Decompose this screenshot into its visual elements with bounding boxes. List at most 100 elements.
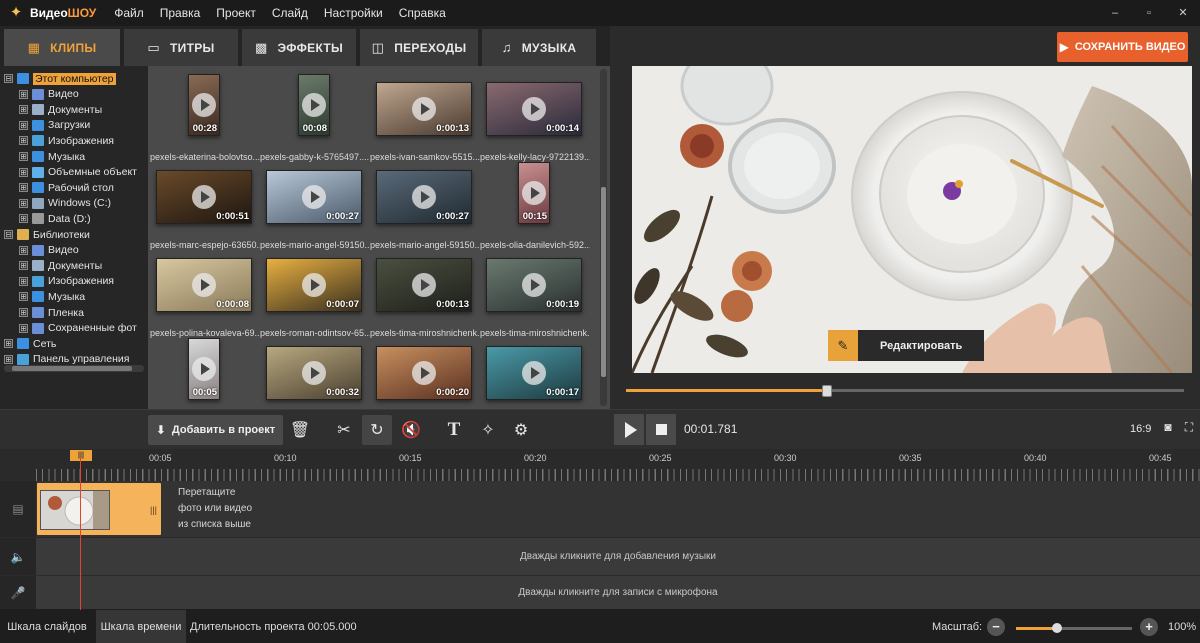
expand-icon[interactable]: ⊞ <box>19 323 28 333</box>
maximize-icon[interactable]: ▫ <box>1132 0 1166 26</box>
music-track[interactable]: 🔈 Дважды кликните для добавления музыки <box>0 537 1200 575</box>
clip-resize-grip[interactable]: ||| <box>150 505 157 515</box>
timeline-ruler[interactable]: 00:05 00:10 00:15 00:20 00:25 00:30 00:35 00:40… <box>0 449 1200 481</box>
seek-handle[interactable] <box>821 385 832 397</box>
tab-clips[interactable]: ▦ КЛИПЫ <box>4 29 120 66</box>
clip-thumbnail[interactable]: 0:00:13 <box>376 82 472 136</box>
edit-button[interactable]: ✎ Редактировать <box>828 330 984 361</box>
expand-icon[interactable]: ⊞ <box>19 152 28 161</box>
stop-button[interactable] <box>646 414 676 445</box>
clip-thumbnail[interactable]: 00:15 <box>518 162 550 224</box>
tree-item[interactable]: ⊞ Рабочий стол <box>19 180 114 195</box>
expand-icon[interactable]: ⊞ <box>19 308 28 317</box>
play-icon[interactable] <box>522 273 546 297</box>
seek-bar[interactable] <box>626 389 1184 392</box>
close-icon[interactable]: ✕ <box>1166 0 1200 26</box>
tab-effects[interactable]: ▩ ЭФФЕКТЫ <box>242 29 356 66</box>
collapse-icon[interactable]: ⊟ <box>4 74 13 83</box>
play-icon[interactable] <box>192 273 216 297</box>
tree-item[interactable]: ⊞ Документы <box>19 102 102 117</box>
expand-icon[interactable]: ⊞ <box>19 214 28 224</box>
video-track[interactable]: ▤ ||| Перетащите фото или видео из списк… <box>0 481 1200 537</box>
expand-icon[interactable]: ⊞ <box>19 120 28 130</box>
play-icon[interactable] <box>522 361 546 385</box>
tree-item[interactable]: ⊞ Музыка <box>19 149 85 164</box>
magic-wand-icon[interactable]: ✧ <box>473 415 503 445</box>
tree-item[interactable]: ⊞ Видео <box>19 243 79 258</box>
clip-thumbnail[interactable]: 0:00:13 <box>376 258 472 312</box>
play-icon[interactable] <box>522 97 546 121</box>
expand-icon[interactable]: ⊞ <box>19 276 28 286</box>
library-vertical-scrollbar[interactable] <box>600 69 607 406</box>
play-icon[interactable] <box>412 97 436 121</box>
tree-item[interactable]: ⊞ Сеть <box>4 336 56 351</box>
clip-thumbnail[interactable]: 0:00:27 <box>266 170 362 224</box>
clip-thumbnail[interactable]: 0:00:51 <box>156 170 252 224</box>
clip-thumbnail[interactable]: 00:28 <box>188 74 220 136</box>
play-icon[interactable] <box>302 361 326 385</box>
tree-item[interactable]: ⊞ Сохраненные фот <box>19 321 137 336</box>
rotate-icon[interactable]: ↻ <box>362 415 392 445</box>
zoom-out-button[interactable]: − <box>987 618 1005 636</box>
playhead-marker[interactable]: ||| <box>70 450 92 461</box>
clip-thumbnail[interactable]: 0:00:07 <box>266 258 362 312</box>
play-icon[interactable] <box>302 93 326 117</box>
scissors-icon[interactable]: ✂ <box>329 415 359 445</box>
menu-project[interactable]: Проект <box>216 6 256 20</box>
clip-thumbnail[interactable]: 0:00:32 <box>266 346 362 400</box>
minimize-icon[interactable]: ‒ <box>1098 0 1132 26</box>
clip-thumbnail[interactable]: 0:00:14 <box>486 82 582 136</box>
folder-tree[interactable]: ⊟ Этот компьютер ⊞ Видео ⊞ Документы ⊞ Загрузки… <box>0 66 148 409</box>
expand-icon[interactable]: ⊞ <box>19 136 28 146</box>
expand-icon[interactable]: ⊞ <box>4 339 13 349</box>
mute-icon[interactable]: 🔇 <box>396 415 426 445</box>
gear-icon[interactable]: ⚙ <box>506 415 536 445</box>
play-icon[interactable] <box>412 361 436 385</box>
tab-titles[interactable]: ▭ ТИТРЫ <box>124 29 238 66</box>
tree-item[interactable]: ⊞ Документы <box>19 258 102 273</box>
snapshot-icon[interactable]: ◙ <box>1160 420 1176 438</box>
clip-thumbnail[interactable]: 0:00:08 <box>156 258 252 312</box>
play-button[interactable] <box>614 414 644 445</box>
tree-item[interactable]: ⊞ Панель управления <box>4 352 129 367</box>
play-icon[interactable] <box>192 357 216 381</box>
tab-slides-scale[interactable]: Шкала слайдов <box>0 610 94 643</box>
clip-thumbnail[interactable]: 0:00:27 <box>376 170 472 224</box>
menu-slide[interactable]: Слайд <box>272 6 308 20</box>
play-icon[interactable] <box>522 181 546 205</box>
expand-icon[interactable]: ⊞ <box>19 105 28 115</box>
play-icon[interactable] <box>412 185 436 209</box>
timeline-clip[interactable]: ||| <box>37 483 161 535</box>
menu-settings[interactable]: Настройки <box>324 6 383 20</box>
tree-item[interactable]: ⊟ Библиотеки <box>4 227 90 242</box>
play-icon[interactable] <box>302 273 326 297</box>
tab-transitions[interactable]: ◫ ПЕРЕХОДЫ <box>360 29 478 66</box>
tree-item[interactable]: ⊞ Объемные объект <box>19 165 137 180</box>
tree-item[interactable]: ⊟ Этот компьютер <box>4 71 116 86</box>
tab-music[interactable]: ♫ МУЗЫКА <box>482 29 596 66</box>
menu-help[interactable]: Справка <box>399 6 446 20</box>
expand-icon[interactable]: ⊞ <box>19 89 28 99</box>
trash-icon[interactable]: 🗑 <box>285 415 315 445</box>
fullscreen-icon[interactable]: ⛶ <box>1181 420 1197 438</box>
expand-icon[interactable]: ⊞ <box>19 261 28 271</box>
menu-edit[interactable]: Правка <box>160 6 201 20</box>
tree-item[interactable]: ⊞ Видео <box>19 87 79 102</box>
save-video-button[interactable]: ▶ СОХРАНИТЬ ВИДЕО <box>1057 32 1188 62</box>
clip-thumbnail[interactable]: 0:00:20 <box>376 346 472 400</box>
expand-icon[interactable]: ⊞ <box>19 292 28 302</box>
tree-item[interactable]: ⊞ Изображения <box>19 133 114 148</box>
collapse-icon[interactable]: ⊟ <box>4 230 13 239</box>
scrollbar-thumb[interactable] <box>601 187 606 377</box>
expand-icon[interactable]: ⊞ <box>19 183 28 193</box>
tree-item[interactable]: ⊞ Пленка <box>19 305 84 320</box>
play-icon[interactable] <box>192 185 216 209</box>
tree-item[interactable]: ⊞ Data (D:) <box>19 211 91 226</box>
clip-thumbnail[interactable]: 00:08 <box>298 74 330 136</box>
tree-item[interactable]: ⊞ Windows (C:) <box>19 196 111 211</box>
play-icon[interactable] <box>302 185 326 209</box>
tab-timeline-scale[interactable]: Шкала времени <box>96 610 186 643</box>
play-icon[interactable] <box>412 273 436 297</box>
zoom-in-button[interactable]: + <box>1140 618 1158 636</box>
clip-thumbnail[interactable]: 0:00:17 <box>486 346 582 400</box>
